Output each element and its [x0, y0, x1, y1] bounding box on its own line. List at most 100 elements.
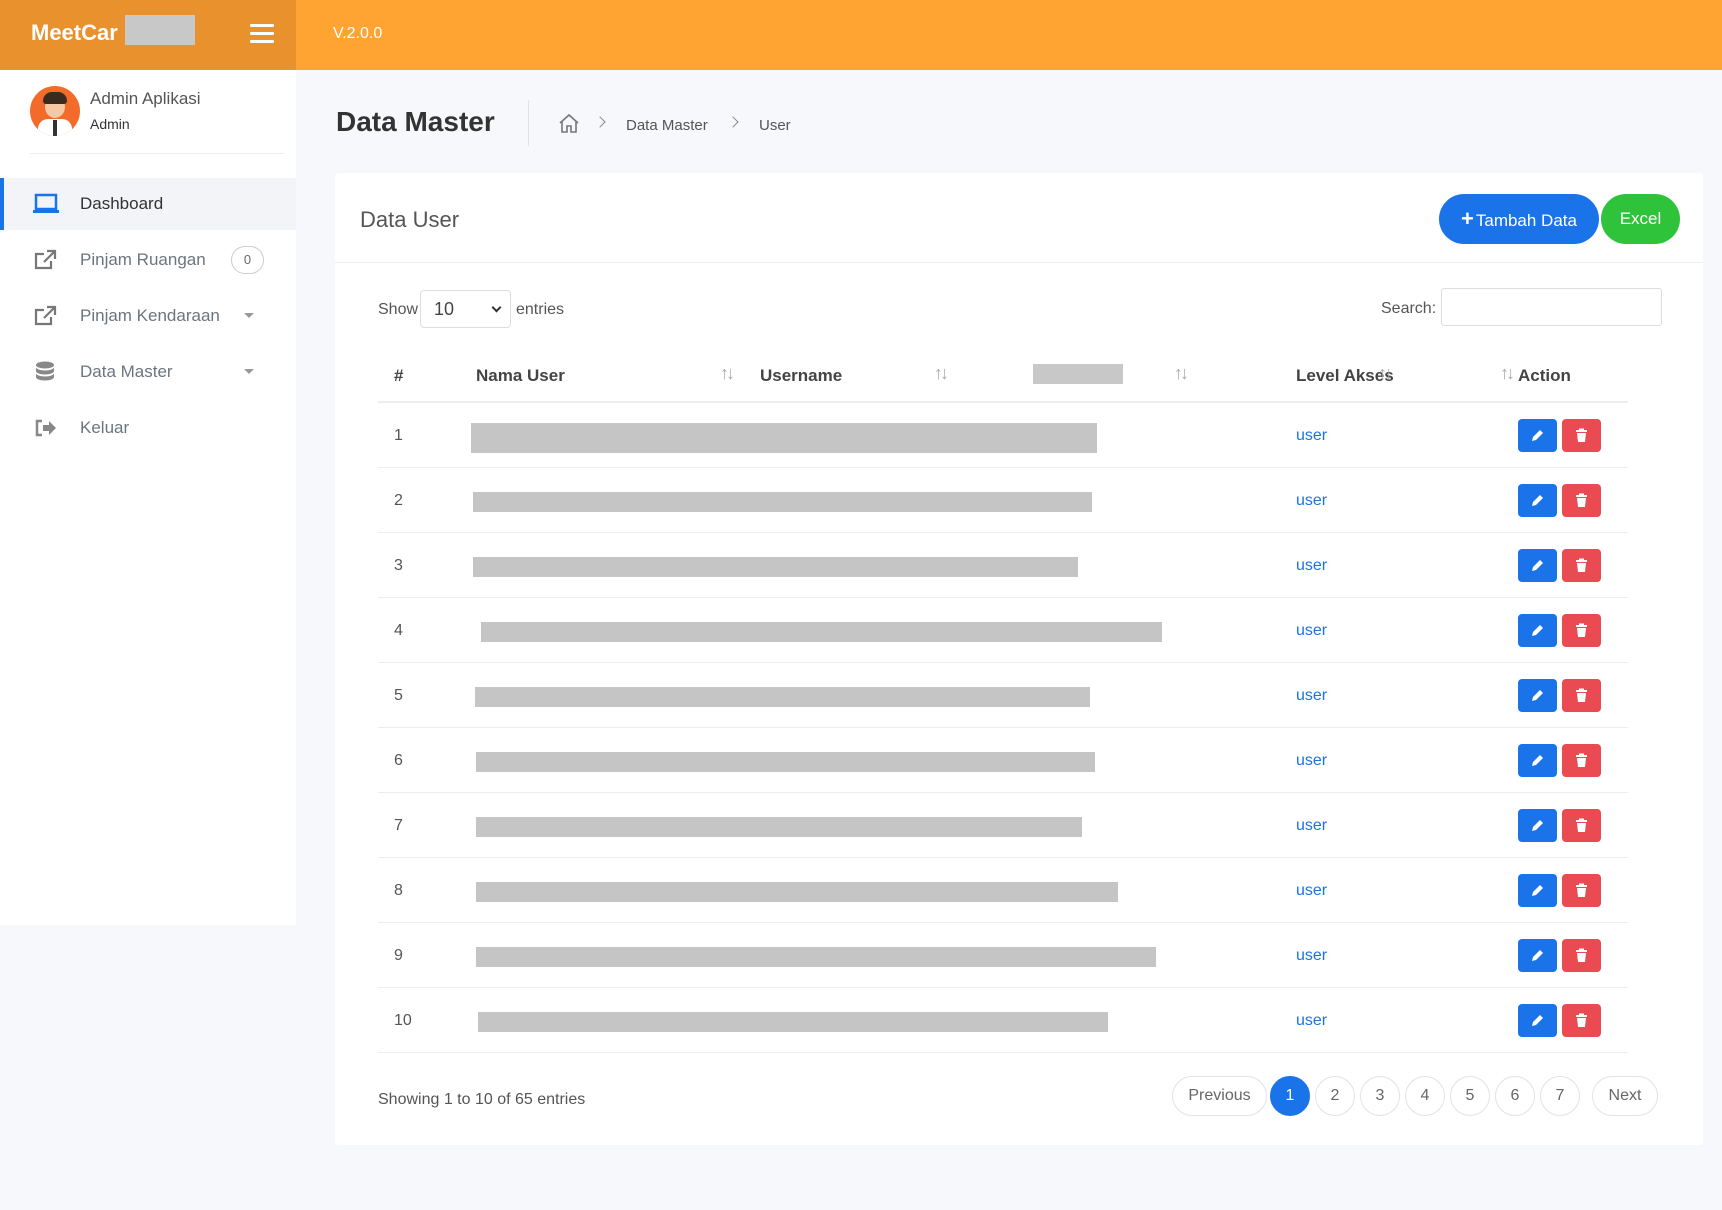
edit-button[interactable] — [1518, 549, 1557, 582]
delete-button[interactable] — [1562, 419, 1601, 452]
redacted-user-data — [476, 752, 1095, 772]
redacted-user-data — [471, 423, 1097, 453]
entries-select[interactable]: 10 — [420, 290, 511, 328]
pencil-icon — [1532, 430, 1543, 441]
trash-icon — [1576, 558, 1587, 572]
pagination-page-4[interactable]: 4 — [1405, 1076, 1445, 1116]
app-version: V.2.0.0 — [333, 25, 383, 42]
table-row: 5 user — [378, 663, 1628, 728]
app-name: MeetCar — [31, 20, 118, 45]
delete-button[interactable] — [1562, 549, 1601, 582]
edit-button[interactable] — [1518, 614, 1557, 647]
column-header-number[interactable]: # — [394, 366, 403, 386]
search-input[interactable] — [1441, 288, 1662, 326]
level-akses-value: user — [1296, 622, 1328, 639]
level-akses-value: user — [1296, 492, 1328, 509]
pagination-previous[interactable]: Previous — [1172, 1076, 1267, 1116]
sort-icon[interactable]: ↑↓ — [1174, 363, 1189, 384]
sidebar-item-pinjam-ruangan[interactable]: Pinjam Ruangan 0 — [0, 234, 296, 286]
top-bar: MeetCar V.2.0.0 — [0, 0, 1722, 70]
redacted-user-data — [476, 882, 1118, 902]
chevron-right-icon — [727, 116, 739, 128]
home-icon[interactable] — [558, 113, 580, 133]
trash-icon — [1576, 1013, 1587, 1027]
edit-button[interactable] — [1518, 1004, 1557, 1037]
hamburger-menu-icon[interactable] — [250, 24, 274, 44]
pagination-next[interactable]: Next — [1592, 1076, 1658, 1116]
sidebar-item-label: Data Master — [80, 362, 173, 381]
database-icon — [36, 361, 54, 381]
sort-icon[interactable]: ↑↓ — [934, 363, 949, 384]
edit-button[interactable] — [1518, 809, 1557, 842]
avatar — [30, 86, 80, 136]
sidebar-item-keluar[interactable]: Keluar — [0, 402, 296, 454]
delete-button[interactable] — [1562, 614, 1601, 647]
row-number: 10 — [394, 1012, 412, 1029]
table-row: 2 user — [378, 468, 1628, 533]
delete-button[interactable] — [1562, 744, 1601, 777]
edit-button[interactable] — [1518, 484, 1557, 517]
sidebar-item-label: Pinjam Ruangan — [80, 250, 206, 269]
column-header-nama-user[interactable]: Nama User — [476, 366, 565, 386]
sidebar-item-pinjam-kendaraan[interactable]: Pinjam Kendaraan — [0, 290, 296, 342]
profile-role: Admin — [90, 116, 130, 132]
column-header-username[interactable]: Username — [760, 366, 842, 386]
trash-icon — [1576, 948, 1587, 962]
delete-button[interactable] — [1562, 679, 1601, 712]
edit-button[interactable] — [1518, 744, 1557, 777]
table-info: Showing 1 to 10 of 65 entries — [378, 1091, 586, 1108]
sort-icon[interactable]: ↑↓ — [1500, 363, 1515, 384]
delete-button[interactable] — [1562, 874, 1601, 907]
column-header-redacted[interactable] — [1033, 364, 1123, 384]
trash-icon — [1576, 428, 1587, 442]
plus-icon: + — [1461, 206, 1474, 231]
edit-button[interactable] — [1518, 874, 1557, 907]
pagination-page-6[interactable]: 6 — [1495, 1076, 1535, 1116]
chevron-down-icon — [491, 302, 502, 313]
delete-button[interactable] — [1562, 1004, 1601, 1037]
pagination-page-5[interactable]: 5 — [1450, 1076, 1490, 1116]
add-data-button[interactable]: + Tambah Data — [1439, 194, 1599, 244]
edit-button[interactable] — [1518, 939, 1557, 972]
pencil-icon — [1532, 820, 1543, 831]
breadcrumb-item[interactable]: Data Master — [626, 117, 708, 134]
pagination-page-2[interactable]: 2 — [1315, 1076, 1355, 1116]
redacted-user-data — [476, 947, 1156, 967]
page-title: Data Master — [336, 106, 495, 137]
breadcrumb-item: User — [759, 117, 791, 134]
redacted-user-data — [475, 687, 1090, 707]
delete-button[interactable] — [1562, 484, 1601, 517]
count-badge: 0 — [231, 246, 264, 274]
sidebar-item-data-master[interactable]: Data Master — [0, 346, 296, 398]
edit-button[interactable] — [1518, 419, 1557, 452]
pencil-icon — [1532, 1015, 1543, 1026]
edit-button[interactable] — [1518, 679, 1557, 712]
trash-icon — [1576, 623, 1587, 637]
excel-button[interactable]: Excel — [1601, 194, 1680, 244]
pencil-icon — [1532, 560, 1543, 571]
sort-icon[interactable]: ↑↓ — [720, 363, 735, 384]
pagination-page-3[interactable]: 3 — [1360, 1076, 1400, 1116]
table-row: 7 user — [378, 793, 1628, 858]
delete-button[interactable] — [1562, 939, 1601, 972]
level-akses-value: user — [1296, 557, 1328, 574]
row-number: 2 — [394, 492, 403, 509]
caret-down-icon — [244, 313, 254, 318]
pagination-page-1[interactable]: 1 — [1270, 1076, 1310, 1116]
sort-icon[interactable]: ↑↓ — [1378, 363, 1393, 384]
sidebar-item-label: Dashboard — [80, 194, 164, 213]
row-number: 5 — [394, 687, 403, 704]
pagination-page-7[interactable]: 7 — [1540, 1076, 1580, 1116]
level-akses-value: user — [1296, 752, 1328, 769]
column-header-action[interactable]: Action — [1518, 366, 1571, 386]
delete-button[interactable] — [1562, 809, 1601, 842]
table-row: 6 user — [378, 728, 1628, 793]
sidebar-item-dashboard[interactable]: Dashboard — [0, 178, 296, 230]
table-row: 4 user — [378, 598, 1628, 663]
level-akses-value: user — [1296, 687, 1328, 704]
pencil-icon — [1532, 755, 1543, 766]
pencil-icon — [1532, 625, 1543, 636]
table-row: 10 user — [378, 988, 1628, 1053]
header-divider — [528, 100, 529, 146]
row-number: 6 — [394, 752, 403, 769]
